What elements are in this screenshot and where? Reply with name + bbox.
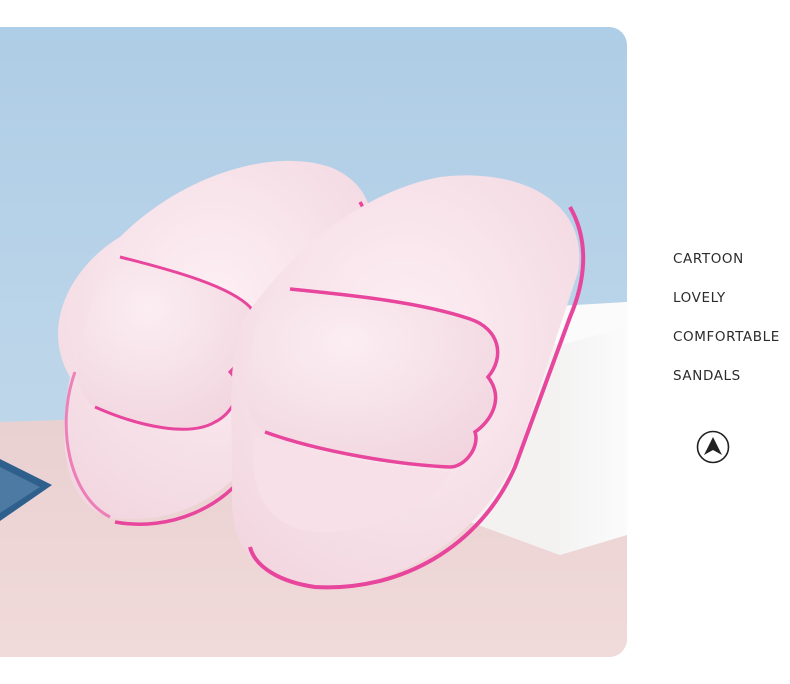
feature-lovely: LOVELY — [673, 290, 726, 306]
product-detail-panel: CARTOON LOVELY COMFORTABLE SANDALS — [0, 0, 790, 684]
feature-cartoon: CARTOON — [673, 251, 744, 267]
arrow-up-circle-icon[interactable] — [696, 430, 730, 464]
product-photo — [0, 27, 627, 657]
feature-list: CARTOON LOVELY COMFORTABLE SANDALS — [673, 250, 780, 406]
feature-comfortable: COMFORTABLE — [673, 329, 780, 345]
feature-sandals: SANDALS — [673, 368, 741, 384]
pink-slippers-image — [0, 27, 627, 657]
